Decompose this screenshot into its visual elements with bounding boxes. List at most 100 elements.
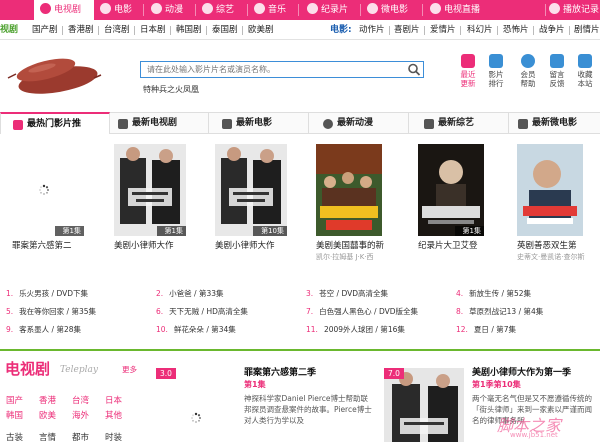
region-link[interactable]: 韩国	[6, 409, 23, 421]
region-link[interactable]: 国产	[6, 394, 23, 406]
genre-link[interactable]: 都市	[72, 431, 89, 442]
list-item[interactable]: 12. 夏日 / 第7集	[456, 324, 516, 336]
category-link[interactable]: 科幻片	[467, 20, 493, 40]
tab-label: 最新电视剧	[132, 118, 178, 128]
film-icon	[222, 119, 232, 129]
poster-image	[316, 144, 382, 236]
category-link[interactable]: 动作片	[359, 20, 385, 40]
category-link[interactable]: 韩国剧	[176, 20, 202, 40]
anime-icon	[151, 3, 162, 14]
region-link[interactable]: 日本	[105, 394, 122, 406]
card-title[interactable]: 美剧小律师大作	[114, 239, 194, 251]
region-link[interactable]: 其他	[105, 409, 122, 421]
category-link[interactable]: 国产剧	[32, 20, 58, 40]
nav-divider	[298, 4, 299, 16]
featured-title[interactable]: 罪案第六感第二季	[244, 365, 316, 378]
more-link[interactable]: 更多	[122, 364, 137, 375]
search-button[interactable]	[405, 62, 423, 77]
rating-badge: 7.0	[384, 368, 404, 379]
card-title[interactable]: 美剧小律师大作	[215, 239, 295, 251]
nav-tab-anime[interactable]: 动漫	[151, 0, 183, 20]
list-item[interactable]: 10. 鲜花朵朵 / 第34集	[156, 324, 236, 336]
category-divider	[424, 26, 425, 35]
category-divider	[497, 26, 498, 35]
tab-label: 最新电影	[236, 118, 273, 128]
region-link[interactable]: 欧美	[39, 409, 56, 421]
genre-link[interactable]: 言情	[39, 431, 56, 442]
category-link[interactable]: 欧美剧	[248, 20, 274, 40]
category-bar: 视剧 国产剧 香港剧 台湾剧 日本剧 韩国剧 泰国剧 欧美剧 电影: 动作片 喜…	[0, 20, 600, 40]
nav-tab-tv[interactable]: 电视剧	[34, 0, 94, 20]
card-title[interactable]: 美剧美国囍事的新	[316, 239, 396, 251]
micro-film-icon	[367, 3, 378, 14]
category-link[interactable]: 恐怖片	[503, 20, 529, 40]
franklin-bash-poster	[215, 144, 287, 236]
featured-title[interactable]: 美剧小律师大作为第一季	[472, 365, 571, 378]
quick-link-ranking[interactable]: 影片 排行	[483, 54, 509, 88]
poster-image: 第1集	[12, 144, 84, 236]
variety-icon	[424, 119, 434, 129]
tab-latest-tv[interactable]: 最新电视剧	[116, 113, 177, 134]
list-item[interactable]: 4. 新放生传 / 第52集	[456, 288, 531, 300]
nav-tab-live-tv[interactable]: 电视直播	[430, 0, 480, 20]
tab-latest-anime[interactable]: 最新动漫	[321, 113, 373, 134]
hot-search-word[interactable]: 特种兵之火凤凰	[143, 84, 199, 95]
list-item[interactable]: 3. 苍空 / DVD高清全集	[306, 288, 388, 300]
region-link[interactable]: 香港	[39, 394, 56, 406]
category-link[interactable]: 战争片	[539, 20, 565, 40]
list-item[interactable]: 1. 乐火男孩 / DVD下集	[6, 288, 88, 300]
quick-link-bookmark[interactable]: 收藏 本站	[572, 54, 598, 88]
card-title[interactable]: 英剧善恶双生第	[517, 239, 597, 251]
nav-divider	[247, 4, 248, 16]
card-title[interactable]: 纪录片大卫艾登	[418, 239, 498, 251]
quick-link-help[interactable]: 会员 帮助	[515, 54, 541, 88]
rating-badge: 3.0	[156, 368, 176, 379]
search-input[interactable]	[141, 62, 403, 77]
category-link[interactable]: 日本剧	[140, 20, 166, 40]
list-item[interactable]: 6. 天下无贼 / HD高清全集	[156, 306, 248, 318]
nav-tab-variety[interactable]: 综艺	[202, 0, 234, 20]
category-link[interactable]: 喜剧片	[394, 20, 420, 40]
tv-icon	[118, 119, 128, 129]
tab-latest-variety[interactable]: 最新综艺	[422, 113, 474, 134]
genre-link[interactable]: 时装	[105, 431, 122, 442]
nav-tab-film[interactable]: 电影	[100, 0, 132, 20]
category-link[interactable]: 爱情片	[430, 20, 456, 40]
featured-description: 神探科学家Daniel Pierce博士帮助联邦探员调查悬案件的故事。Pierc…	[244, 394, 372, 425]
bookmark-icon	[578, 54, 592, 68]
list-item[interactable]: 9. 客系墨人 / 第28集	[6, 324, 81, 336]
tab-divider	[408, 113, 409, 134]
category-link[interactable]: 香港剧	[68, 20, 94, 40]
nav-label: 微电影	[381, 5, 409, 15]
tab-hot-picks[interactable]: 最热门影片推	[0, 112, 110, 134]
poster-image: 第1集	[418, 144, 484, 236]
quick-link-recent[interactable]: 最近 更新	[455, 54, 481, 88]
featured-poster[interactable]	[384, 368, 464, 442]
region-link[interactable]: 海外	[72, 409, 89, 421]
nav-label: 音乐	[268, 5, 287, 15]
category-link[interactable]: 泰国剧	[212, 20, 238, 40]
list-item[interactable]: 7. 白色强人黑色心 / DVD版全集	[306, 306, 418, 318]
franklin-bash-poster	[384, 368, 464, 442]
genre-link[interactable]: 古装	[6, 431, 23, 442]
list-item[interactable]: 2. 小爸爸 / 第33集	[156, 288, 224, 300]
sweet-potato-logo[interactable]	[6, 48, 102, 98]
nav-divider	[195, 4, 196, 16]
featured-poster[interactable]	[156, 368, 236, 442]
nav-play-history[interactable]: 播放记录	[549, 0, 599, 20]
nav-tab-documentary[interactable]: 纪录片	[307, 0, 348, 20]
card-cast: 史蒂文·曼凯诺·查尔斯	[517, 253, 585, 261]
nav-tab-micro-film[interactable]: 微电影	[367, 0, 408, 20]
list-item[interactable]: 5. 我在等你回家 / 第35集	[6, 306, 96, 318]
card-title[interactable]: 罪案第六感第二	[12, 239, 92, 251]
nav-tab-music[interactable]: 音乐	[254, 0, 286, 20]
list-item[interactable]: 11. 2009外人球团 / 第16集	[306, 324, 405, 336]
tab-latest-micro-film[interactable]: 最新微电影	[516, 113, 577, 134]
quick-link-feedback[interactable]: 留言 反馈	[544, 54, 570, 88]
tab-latest-film[interactable]: 最新电影	[220, 113, 272, 134]
category-divider	[134, 26, 135, 35]
category-link[interactable]: 剧情片	[574, 20, 600, 40]
region-link[interactable]: 台湾	[72, 394, 89, 406]
list-item[interactable]: 8. 草原烈战记13 / 第4集	[456, 306, 543, 318]
category-link[interactable]: 台湾剧	[104, 20, 130, 40]
